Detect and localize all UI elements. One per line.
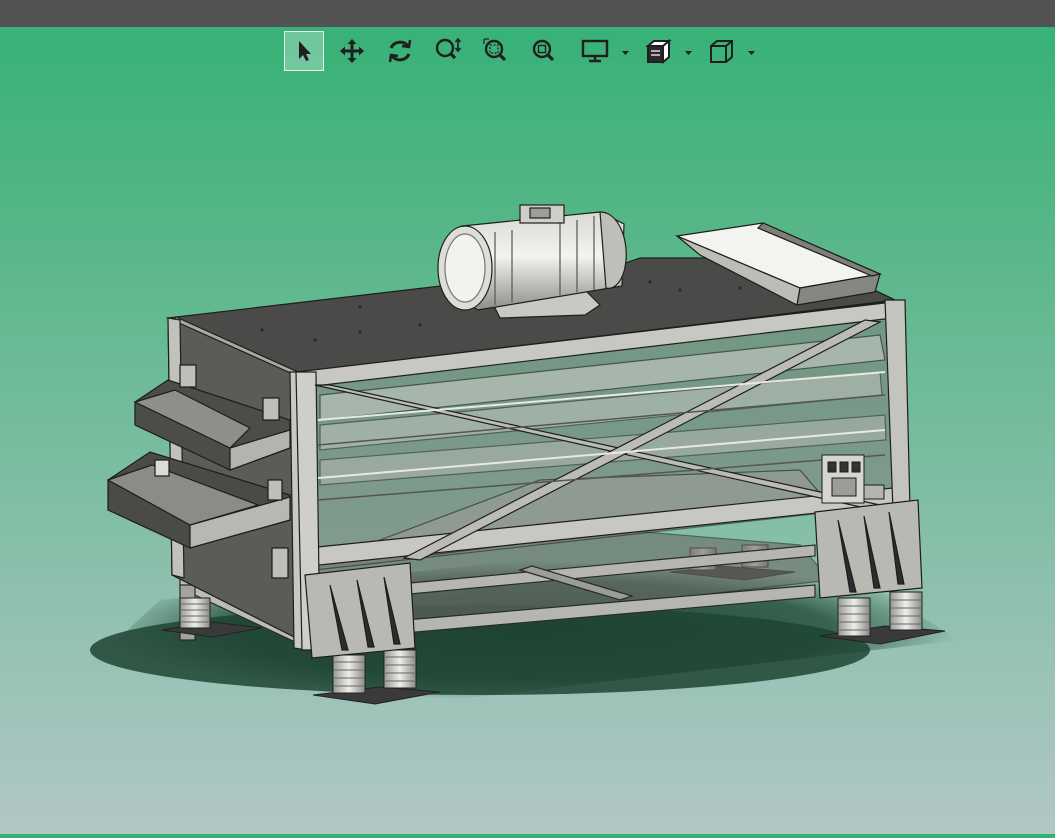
graphics-viewport[interactable]	[0, 27, 1055, 834]
support-bracket-left	[304, 562, 416, 659]
support-bracket-right	[814, 499, 923, 599]
window-titlebar	[0, 0, 1055, 27]
vibrating-screen-model	[90, 204, 960, 705]
